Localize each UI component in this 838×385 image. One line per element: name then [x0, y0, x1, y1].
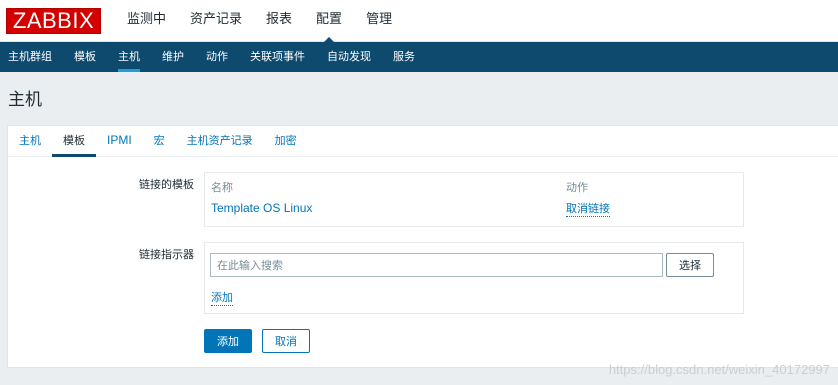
zabbix-logo[interactable]: ZABBIX: [6, 7, 101, 34]
page-title: 主机: [8, 89, 42, 110]
form-tabs: 主机 模板 IPMI 宏 主机资产记录 加密: [8, 126, 838, 157]
add-button[interactable]: 添加: [204, 329, 252, 353]
tab-macros[interactable]: 宏: [143, 126, 176, 156]
column-action-header: 动作: [566, 181, 588, 194]
submenu-discovery[interactable]: 自动发现: [316, 42, 382, 72]
submenu-host-groups[interactable]: 主机群组: [0, 42, 63, 72]
unlink-button[interactable]: 取消链接: [566, 200, 610, 217]
select-button[interactable]: 选择: [666, 253, 714, 277]
linked-templates-table: 名称 动作 Template OS Linux 取消链接: [204, 172, 744, 227]
menu-configuration[interactable]: 配置: [304, 0, 354, 43]
submenu-actions[interactable]: 动作: [195, 42, 239, 72]
submenu-services[interactable]: 服务: [382, 42, 426, 72]
tab-templates[interactable]: 模板: [52, 126, 96, 157]
column-name-header: 名称: [211, 181, 233, 194]
template-name-link[interactable]: Template OS Linux: [211, 201, 312, 215]
submenu-templates[interactable]: 模板: [63, 42, 107, 72]
template-search-input[interactable]: [210, 253, 663, 277]
link-indicator-label: 链接指示器: [139, 248, 194, 261]
linked-templates-label: 链接的模板: [139, 178, 194, 191]
tab-encryption[interactable]: 加密: [264, 126, 308, 156]
menu-inventory[interactable]: 资产记录: [178, 0, 254, 42]
main-menu: 监测中 资产记录 报表 配置 管理: [115, 0, 404, 43]
menu-reports[interactable]: 报表: [254, 0, 304, 42]
cancel-button[interactable]: 取消: [262, 329, 310, 353]
header: ZABBIX 监测中 资产记录 报表 配置 管理: [0, 0, 838, 43]
sub-menu: 主机群组 模板 主机 维护 动作 关联项事件 自动发现 服务: [0, 42, 838, 72]
watermark-text: https://blog.csdn.net/weixin_40172997: [608, 362, 830, 377]
menu-monitoring[interactable]: 监测中: [115, 0, 178, 42]
submenu-hosts[interactable]: 主机: [107, 42, 151, 72]
tab-ipmi[interactable]: IPMI: [96, 126, 143, 156]
tab-host[interactable]: 主机: [8, 126, 52, 156]
host-form-panel: 主机 模板 IPMI 宏 主机资产记录 加密 链接的模板 名称 动作 Templ…: [7, 125, 838, 368]
add-template-link[interactable]: 添加: [211, 289, 233, 306]
link-indicator-box: 选择 添加: [204, 242, 744, 314]
tab-inventory[interactable]: 主机资产记录: [176, 126, 264, 156]
submenu-maintenance[interactable]: 维护: [151, 42, 195, 72]
menu-administration[interactable]: 管理: [354, 0, 404, 42]
submenu-correlation[interactable]: 关联项事件: [239, 42, 316, 72]
